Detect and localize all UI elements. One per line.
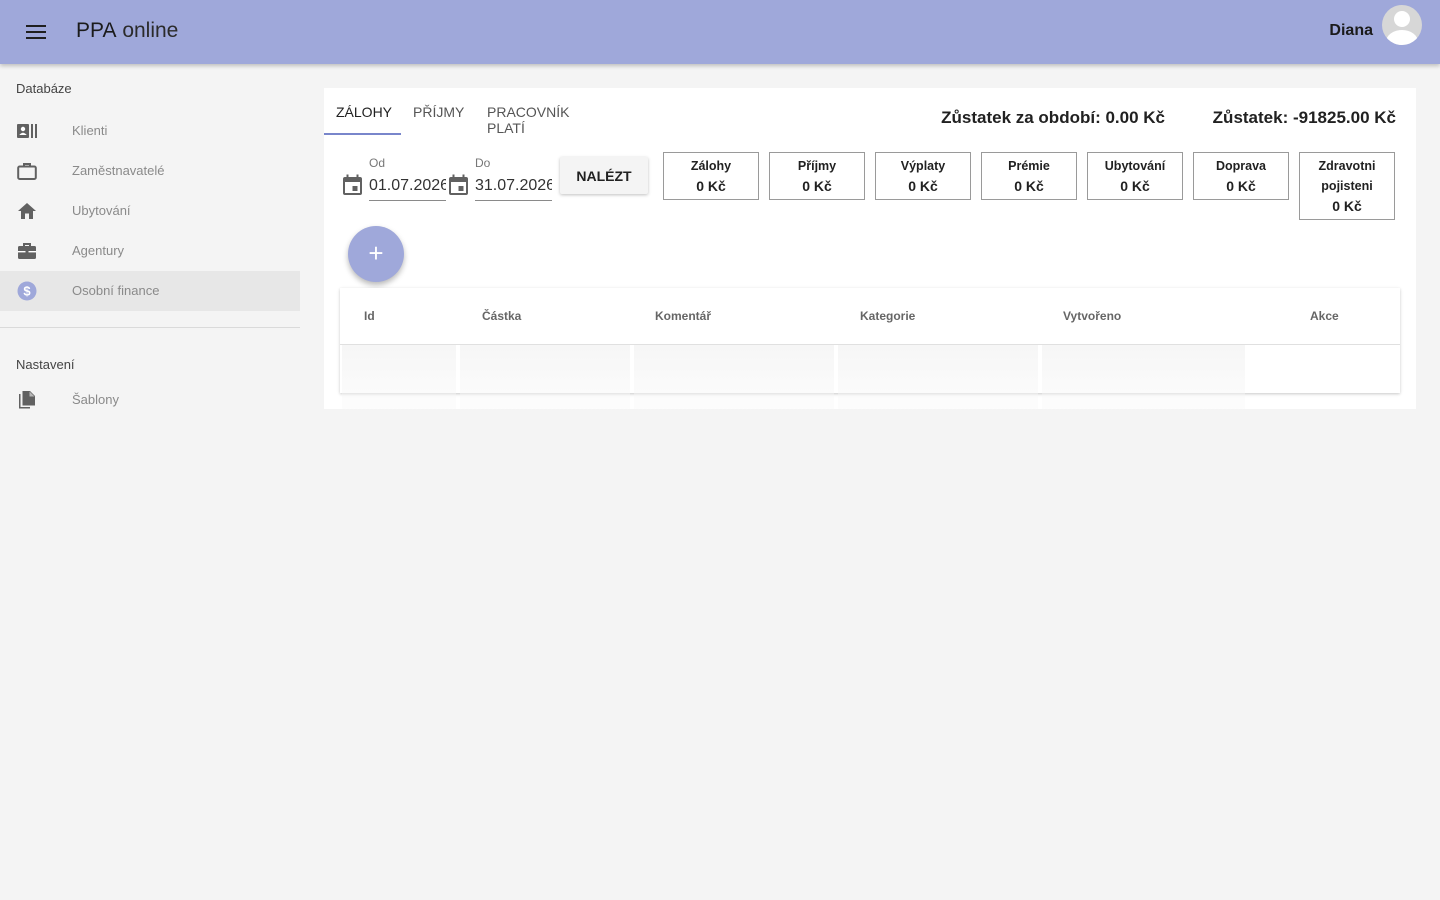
sidebar-item-klienti[interactable]: Klienti — [0, 111, 300, 151]
app-toolbar: PPA online Diana — [0, 0, 1440, 64]
balance-period: Zůstatek za období: 0.00 Kč — [941, 108, 1165, 127]
account-circle-icon[interactable] — [1382, 5, 1422, 45]
column-header-castka[interactable]: Částka — [482, 309, 521, 323]
section-label-nastaveni: Nastavení — [16, 357, 75, 372]
balance-total: Zůstatek: -91825.00 Kč — [1212, 108, 1396, 127]
svg-text:$: $ — [23, 284, 31, 299]
summary-label: Prémie — [1008, 159, 1050, 173]
summary-label: Výplaty — [900, 159, 946, 173]
menu-icon[interactable] — [18, 16, 54, 48]
sidebar-item-agentury[interactable]: Agentury — [0, 231, 300, 271]
summary-value: 0 Kč — [1226, 178, 1256, 194]
summary-value: 0 Kč — [802, 178, 832, 194]
date-to-field: Do — [448, 152, 554, 202]
loading-placeholder — [342, 345, 456, 432]
summary-value: 0 Kč — [1332, 198, 1362, 214]
date-from-field: Od — [342, 152, 448, 202]
tab-active-indicator — [324, 133, 401, 135]
home-icon — [18, 203, 36, 219]
summary-zalohy: Zálohy 0 Kč — [663, 152, 759, 200]
sidebar-item-sablony[interactable]: Šablony — [0, 380, 300, 420]
summary-value: 0 Kč — [1120, 178, 1150, 194]
summary-ubytovani: Ubytování 0 Kč — [1087, 152, 1183, 200]
sidebar: Databáze Klienti Zaměstnavatelé Ubytován… — [0, 64, 300, 420]
app-title-light: online — [122, 19, 179, 42]
file-copy-icon — [19, 391, 35, 409]
summary-zdravotni-pojisteni: Zdravotni pojisteni 0 Kč — [1299, 152, 1395, 220]
tab-pracovnik-plati[interactable]: PRACOVNÍK PLATÍ — [487, 104, 569, 136]
app-title: PPA online — [76, 19, 178, 43]
app-title-bold: PPA — [76, 19, 117, 42]
briefcase-icon — [18, 243, 36, 259]
column-header-id[interactable]: Id — [364, 309, 375, 323]
date-to-input[interactable] — [475, 172, 552, 201]
tab-prijmy[interactable]: PŘÍJMY — [413, 104, 464, 120]
summary-premie: Prémie 0 Kč — [981, 152, 1077, 200]
loading-placeholder — [634, 345, 834, 432]
sidebar-item-zamestnavatele[interactable]: Zaměstnavatelé — [0, 151, 300, 191]
summary-prijmy: Příjmy 0 Kč — [769, 152, 865, 200]
column-header-kategorie[interactable]: Kategorie — [860, 309, 915, 323]
column-header-vytvoreno[interactable]: Vytvořeno — [1063, 309, 1121, 323]
sidebar-item-label: Osobní finance — [72, 283, 160, 298]
contacts-icon — [17, 124, 37, 138]
sidebar-item-ubytovani[interactable]: Ubytování — [0, 191, 300, 231]
records-table: Id Částka Komentář Kategorie Vytvořeno A… — [340, 288, 1400, 432]
sidebar-item-label: Šablony — [72, 392, 119, 407]
calendar-icon[interactable] — [342, 174, 363, 196]
add-button[interactable]: + — [348, 226, 404, 282]
calendar-icon[interactable] — [448, 174, 469, 196]
section-label-databaze: Databáze — [16, 81, 72, 96]
sidebar-item-osobni-finance[interactable]: $ Osobní finance — [0, 271, 300, 311]
summary-label: Ubytování — [1104, 159, 1166, 173]
dollar-circle-icon: $ — [17, 281, 37, 301]
sidebar-item-label: Zaměstnavatelé — [72, 163, 165, 178]
find-button[interactable]: NALÉZT — [560, 157, 648, 194]
sidebar-item-label: Ubytování — [72, 203, 131, 218]
date-from-input[interactable] — [369, 172, 446, 201]
loading-placeholder — [460, 345, 630, 432]
summary-label: Příjmy — [797, 159, 837, 173]
summary-label: Zdravotni pojisteni — [1318, 159, 1376, 193]
summary-value: 0 Kč — [1014, 178, 1044, 194]
user-name[interactable]: Diana — [1329, 22, 1373, 40]
summary-label: Zálohy — [690, 159, 732, 173]
sidebar-item-label: Agentury — [72, 243, 125, 258]
column-header-akce: Akce — [1310, 309, 1339, 323]
summary-vyplaty: Výplaty 0 Kč — [875, 152, 971, 200]
tab-zalohy[interactable]: ZÁLOHY — [336, 104, 392, 120]
briefcase-outline-icon — [17, 163, 37, 180]
date-from-label: Od — [369, 156, 386, 170]
summary-value: 0 Kč — [696, 178, 726, 194]
loading-placeholder — [1042, 345, 1245, 432]
finance-card: ZÁLOHY PŘÍJMY PRACOVNÍK PLATÍ Zůstatek z… — [324, 88, 1416, 432]
sidebar-item-label: Klienti — [72, 123, 108, 138]
date-to-label: Do — [475, 156, 491, 170]
summary-label: Doprava — [1215, 159, 1267, 173]
summary-doprava: Doprava 0 Kč — [1193, 152, 1289, 200]
loading-placeholder — [838, 345, 1038, 432]
column-header-komentar[interactable]: Komentář — [655, 309, 711, 323]
summary-value: 0 Kč — [908, 178, 938, 194]
